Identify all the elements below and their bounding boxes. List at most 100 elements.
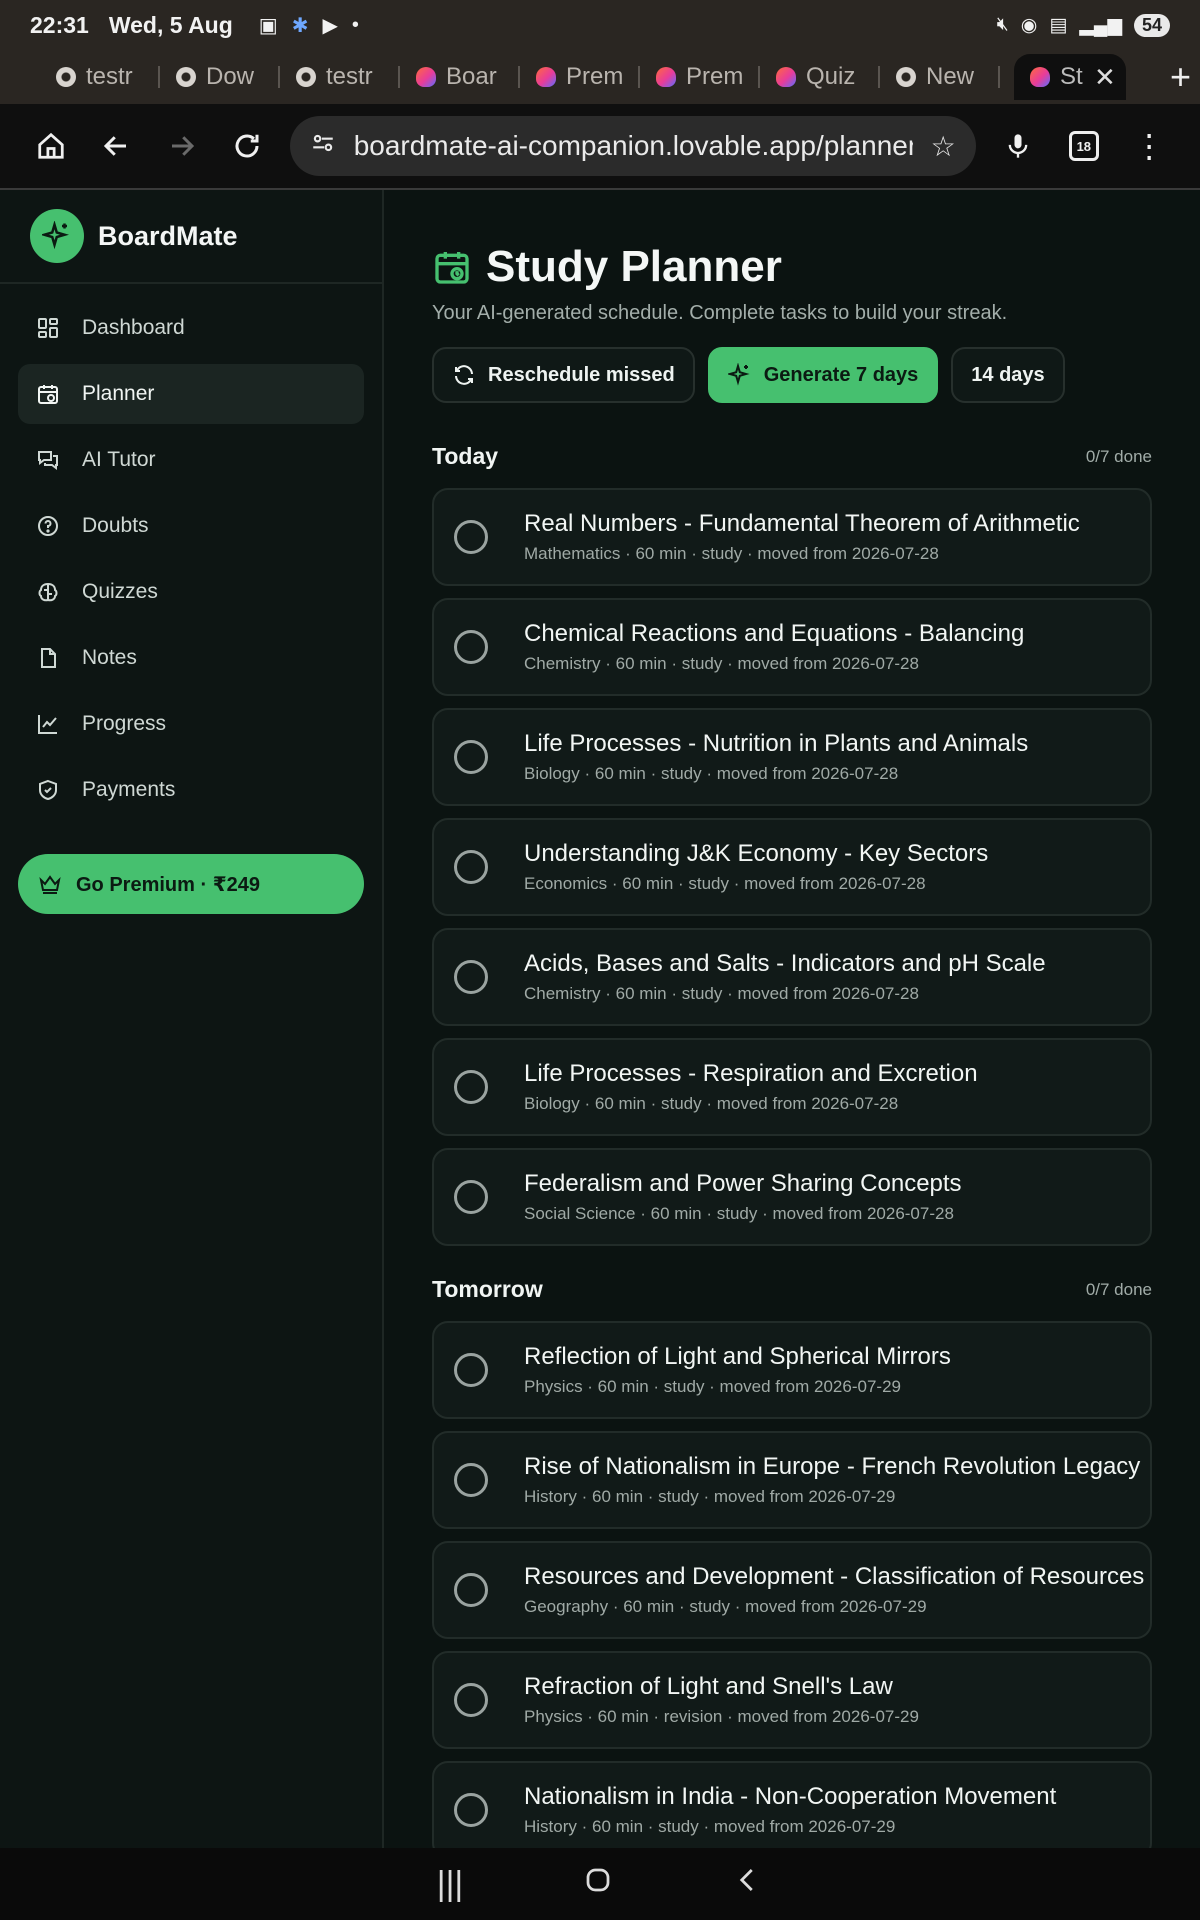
task-complete-checkbox[interactable] xyxy=(454,630,488,664)
task-complete-checkbox[interactable] xyxy=(454,520,488,554)
sidebar-item-ai-tutor[interactable]: AI Tutor xyxy=(18,430,364,490)
recent-apps-icon[interactable]: ||| xyxy=(437,1865,464,1904)
tomorrow-section-header: Tomorrow 0/7 done xyxy=(432,1276,1152,1303)
site-settings-icon[interactable] xyxy=(310,130,336,163)
browser-tab[interactable]: Prem xyxy=(640,54,760,100)
task-complete-checkbox[interactable] xyxy=(454,1793,488,1827)
sidebar-item-label: Planner xyxy=(82,382,155,405)
task-title: Rise of Nationalism in Europe - French R… xyxy=(524,1453,1141,1480)
generate-14-days-button[interactable]: 14 days xyxy=(951,347,1065,403)
sidebar-item-payments[interactable]: Payments xyxy=(18,760,364,820)
browser-tab[interactable]: Boar xyxy=(400,54,520,100)
forward-icon[interactable] xyxy=(149,113,214,179)
status-date: Wed, 5 Aug xyxy=(108,11,233,38)
go-premium-label: Go Premium · ₹249 xyxy=(76,873,260,896)
task-card[interactable]: Life Processes - Respiration and Excreti… xyxy=(432,1038,1152,1136)
sidebar-item-notes[interactable]: Notes xyxy=(18,628,364,688)
help-circle-icon xyxy=(38,516,58,536)
task-complete-checkbox[interactable] xyxy=(454,1070,488,1104)
sparkles-icon xyxy=(727,363,750,386)
page-title: Study Planner xyxy=(486,242,782,291)
task-title: Reflection of Light and Spherical Mirror… xyxy=(524,1343,951,1370)
task-card[interactable]: Refraction of Light and Snell's Law Physi… xyxy=(432,1651,1152,1749)
new-tab-icon[interactable]: + xyxy=(1170,56,1191,98)
task-complete-checkbox[interactable] xyxy=(454,850,488,884)
close-tab-icon[interactable]: ✕ xyxy=(1094,62,1116,93)
status-bar: 22:31 Wed, 5 Aug ▣ ✱ ▶ • 🔇︎ ◉ ▤ ▂▄▆ 54 xyxy=(0,0,1200,50)
browser-tab-strip: testr Dow testr Boar Prem Prem Quiz New … xyxy=(0,50,1200,104)
calendar-clock-icon xyxy=(435,252,469,284)
task-card[interactable]: Real Numbers - Fundamental Theorem of Ar… xyxy=(432,488,1152,586)
task-complete-checkbox[interactable] xyxy=(454,740,488,774)
bluetooth-icon: ✱ xyxy=(291,14,309,37)
browser-tab-active[interactable]: St ✕ xyxy=(1014,54,1126,100)
task-title: Understanding J&K Economy - Key Sectors xyxy=(524,840,989,867)
task-complete-checkbox[interactable] xyxy=(454,1683,488,1717)
system-icons: 🔇︎ ◉ ▤ ▂▄▆ 54 xyxy=(997,13,1170,37)
task-complete-checkbox[interactable] xyxy=(454,1573,488,1607)
task-card[interactable]: Nationalism in India - Non-Cooperation M… xyxy=(432,1761,1152,1848)
reschedule-missed-button[interactable]: Reschedule missed xyxy=(432,347,695,403)
sidebar-item-planner[interactable]: Planner xyxy=(18,364,364,424)
task-meta: Biology · 60 min · study · moved from 20… xyxy=(524,1094,899,1113)
task-card[interactable]: Rise of Nationalism in Europe - French R… xyxy=(432,1431,1152,1529)
signal-5g-icon: ▤ xyxy=(1049,14,1068,36)
sidebar-item-label: AI Tutor xyxy=(82,448,156,471)
notification-icons: ▣ ✱ ▶ • xyxy=(259,13,359,38)
more-menu-icon[interactable]: ⋮ xyxy=(1117,113,1182,179)
sidebar-item-quizzes[interactable]: Quizzes xyxy=(18,562,364,622)
reload-icon[interactable] xyxy=(214,113,279,179)
bookmark-star-icon[interactable]: ☆ xyxy=(931,130,956,163)
task-card[interactable]: Resources and Development - Classificati… xyxy=(432,1541,1152,1639)
task-title: Real Numbers - Fundamental Theorem of Ar… xyxy=(524,510,1080,537)
task-complete-checkbox[interactable] xyxy=(454,1180,488,1214)
lovable-favicon-icon xyxy=(1030,67,1050,87)
home-icon[interactable] xyxy=(18,113,83,179)
page-subtitle: Your AI-generated schedule. Complete tas… xyxy=(432,302,1008,324)
browser-tab[interactable]: Dow xyxy=(160,54,280,100)
chat-icon xyxy=(38,451,58,470)
task-card[interactable]: Understanding J&K Economy - Key Sectors E… xyxy=(432,818,1152,916)
sidebar-item-dashboard[interactable]: Dashboard xyxy=(18,298,364,358)
task-complete-checkbox[interactable] xyxy=(454,1463,488,1497)
lovable-favicon-icon xyxy=(536,67,556,87)
task-title: Life Processes - Nutrition in Plants and… xyxy=(524,730,1029,757)
sidebar-item-progress[interactable]: Progress xyxy=(18,694,364,754)
address-bar[interactable]: boardmate-ai-companion.lovable.app/plann… xyxy=(289,116,976,176)
sidebar-item-doubts[interactable]: Doubts xyxy=(18,496,364,556)
browser-tab[interactable]: testr xyxy=(40,54,160,100)
system-back-icon[interactable] xyxy=(733,1865,763,1904)
brain-icon xyxy=(38,582,58,602)
lovable-favicon-icon xyxy=(776,67,796,87)
task-complete-checkbox[interactable] xyxy=(454,960,488,994)
task-complete-checkbox[interactable] xyxy=(454,1353,488,1387)
task-card[interactable]: Federalism and Power Sharing Concepts Soc… xyxy=(432,1148,1152,1246)
task-card[interactable]: Life Processes - Nutrition in Plants and… xyxy=(432,708,1152,806)
planner-actions: Reschedule missed Generate 7 days 14 day… xyxy=(432,347,1152,403)
task-card[interactable]: Chemical Reactions and Equations - Balan… xyxy=(432,598,1152,696)
signal-bars-icon: ▂▄▆ xyxy=(1079,14,1122,36)
grid-icon xyxy=(38,318,58,338)
task-title: Federalism and Power Sharing Concepts xyxy=(524,1170,962,1197)
browser-tab[interactable]: testr xyxy=(280,54,400,100)
screenshot-icon: ▣ xyxy=(258,14,278,37)
browser-tab[interactable]: New xyxy=(880,54,1000,100)
browser-tab[interactable]: Quiz xyxy=(760,54,880,100)
section-title: Tomorrow xyxy=(432,1276,543,1302)
task-title: Resources and Development - Classificati… xyxy=(524,1563,1145,1590)
microphone-icon[interactable] xyxy=(986,113,1051,179)
sidebar-item-label: Quizzes xyxy=(82,580,158,603)
generate-7-days-button[interactable]: Generate 7 days xyxy=(707,347,939,403)
task-meta: Mathematics · 60 min · study · moved fro… xyxy=(524,544,939,563)
go-premium-button[interactable]: Go Premium · ₹249 xyxy=(18,854,364,914)
tab-switcher-button[interactable]: 18 xyxy=(1051,113,1116,179)
home-button-icon[interactable] xyxy=(583,1865,613,1904)
task-card[interactable]: Reflection of Light and Spherical Mirror… xyxy=(432,1321,1152,1419)
section-progress-count: 0/7 done xyxy=(1085,1279,1152,1299)
back-icon[interactable] xyxy=(83,113,148,179)
sidebar-item-label: Payments xyxy=(82,778,176,801)
brand-header[interactable]: BoardMate xyxy=(0,190,382,284)
brand-name: BoardMate xyxy=(98,220,238,251)
task-card[interactable]: Acids, Bases and Salts - Indicators and … xyxy=(432,928,1152,1026)
browser-tab[interactable]: Prem xyxy=(520,54,640,100)
